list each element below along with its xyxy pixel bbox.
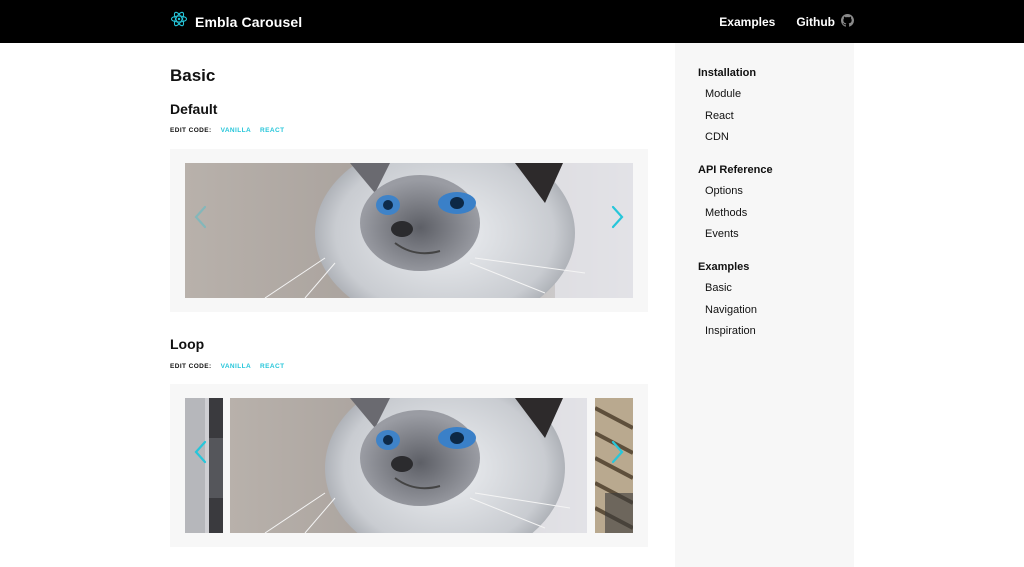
carousel-next-button[interactable]	[608, 205, 628, 234]
nav-examples-label: Examples	[719, 14, 776, 29]
edit-code-label: EDIT CODE:	[170, 127, 212, 134]
edit-vanilla-link[interactable]: VANILLA	[221, 363, 251, 370]
sidebar-item-module[interactable]: Module	[698, 84, 756, 106]
carousel-viewport[interactable]	[185, 398, 633, 533]
sidebar-item-cdn[interactable]: CDN	[698, 127, 756, 149]
brand-name: Embla Carousel	[195, 13, 303, 30]
section-title-default: Default	[170, 101, 218, 117]
carousel-prev-button[interactable]	[190, 440, 210, 469]
atom-logo-icon	[170, 10, 188, 33]
sidebar-item-events[interactable]: Events	[698, 224, 773, 246]
sidebar-item-methods[interactable]: Methods	[698, 203, 773, 225]
edit-vanilla-link[interactable]: VANILLA	[221, 127, 251, 134]
sidebar-item-react[interactable]: React	[698, 106, 756, 128]
carousel-slide	[185, 163, 633, 298]
edit-react-link[interactable]: REACT	[260, 363, 284, 370]
sidebar-group-installation: Installation Module React CDN	[698, 63, 756, 149]
nav-github-link[interactable]: Github	[796, 13, 854, 30]
cat-photo	[230, 398, 587, 533]
brand[interactable]: Embla Carousel	[170, 0, 302, 43]
sidebar-item-basic[interactable]: Basic	[698, 278, 757, 300]
github-icon	[841, 13, 854, 30]
sidebar: Installation Module React CDN API Refere…	[675, 43, 854, 567]
carousel-prev-button[interactable]	[190, 205, 210, 234]
sidebar-item-options[interactable]: Options	[698, 181, 773, 203]
edit-react-link[interactable]: REACT	[260, 127, 284, 134]
carousel-loop	[170, 384, 648, 547]
chevron-left-icon	[193, 205, 207, 234]
edit-code-row-default: EDIT CODE: VANILLA REACT	[170, 127, 284, 134]
sidebar-item-inspiration[interactable]: Inspiration	[698, 321, 757, 343]
carousel-default	[170, 149, 648, 312]
sidebar-group-examples: Examples Basic Navigation Inspiration	[698, 257, 757, 343]
chevron-left-icon	[193, 440, 207, 469]
page-title: Basic	[170, 66, 216, 85]
sidebar-group-api-reference: API Reference Options Methods Events	[698, 160, 773, 246]
carousel-next-button[interactable]	[608, 440, 628, 469]
sidebar-heading: API Reference	[698, 164, 773, 176]
section-title-loop: Loop	[170, 336, 205, 352]
edit-code-label: EDIT CODE:	[170, 363, 212, 370]
cat-photo	[185, 163, 633, 298]
sidebar-heading: Examples	[698, 261, 750, 273]
top-nav: Examples Github	[719, 0, 854, 43]
sidebar-heading: Installation	[698, 67, 757, 79]
top-navigation-bar: Embla Carousel Examples Github	[0, 0, 1024, 43]
chevron-right-icon	[611, 440, 625, 469]
chevron-right-icon	[611, 205, 625, 234]
carousel-viewport[interactable]	[185, 163, 633, 298]
nav-github-label: Github	[796, 14, 835, 29]
nav-examples-link[interactable]: Examples	[719, 15, 775, 29]
sidebar-item-navigation[interactable]: Navigation	[698, 300, 757, 322]
carousel-slide	[230, 398, 587, 533]
edit-code-row-loop: EDIT CODE: VANILLA REACT	[170, 363, 284, 370]
